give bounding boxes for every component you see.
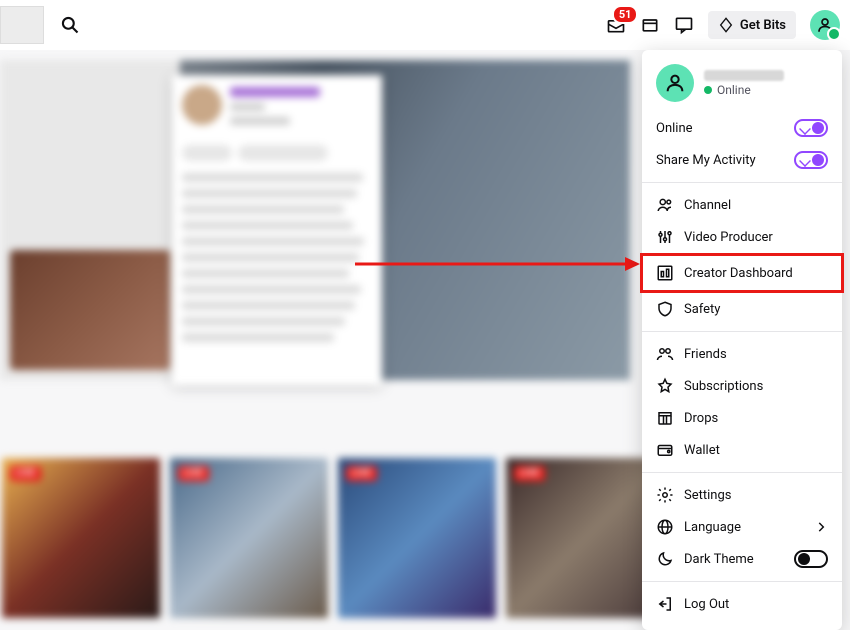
dashboard-icon [656, 264, 674, 282]
dropdown-avatar [656, 64, 694, 102]
status-label: Online [717, 83, 751, 97]
menu-label: Language [684, 520, 804, 535]
separator [642, 331, 842, 332]
toggle-online[interactable]: Online [642, 112, 842, 144]
toggle-online-label: Online [656, 121, 693, 136]
star-icon [656, 377, 674, 395]
menu-label: Friends [684, 347, 828, 362]
menu-label: Log Out [684, 597, 828, 612]
sliders-icon [656, 228, 674, 246]
menu-channel[interactable]: Channel [642, 189, 842, 221]
separator [642, 182, 842, 183]
get-bits-button[interactable]: Get Bits [708, 11, 796, 39]
logout-icon [656, 595, 674, 613]
menu-dark-theme[interactable]: Dark Theme [642, 543, 842, 575]
prime-button[interactable] [640, 15, 660, 35]
menu-settings[interactable]: Settings [642, 479, 842, 511]
toggle-switch-off-icon [794, 550, 828, 568]
globe-icon [656, 518, 674, 536]
menu-label: Dark Theme [684, 552, 784, 567]
menu-video-producer[interactable]: Video Producer [642, 221, 842, 253]
user-icon [816, 16, 834, 34]
wallet-icon [656, 441, 674, 459]
menu-label: Wallet [684, 443, 828, 458]
drops-icon [656, 409, 674, 427]
menu-label: Safety [684, 302, 828, 317]
menu-language[interactable]: Language [642, 511, 842, 543]
search-icon [60, 15, 80, 35]
moon-icon [656, 550, 674, 568]
logo-placeholder[interactable] [0, 6, 44, 44]
background-content: LIVE LIVE LIVE LIVE [0, 50, 640, 630]
user-icon [664, 72, 686, 94]
menu-friends[interactable]: Friends [642, 338, 842, 370]
get-bits-label: Get Bits [740, 18, 786, 33]
dropdown-user-header: Online [642, 60, 842, 112]
username-redacted [704, 70, 784, 81]
bits-icon [718, 17, 734, 33]
toggle-share-activity[interactable]: Share My Activity [642, 144, 842, 176]
menu-label: Creator Dashboard [684, 266, 828, 281]
whispers-button[interactable] [674, 15, 694, 35]
chat-icon [674, 15, 694, 35]
toggle-switch-icon [794, 151, 828, 169]
menu-label: Video Producer [684, 230, 828, 245]
toggle-switch-icon [794, 119, 828, 137]
menu-subscriptions[interactable]: Subscriptions [642, 370, 842, 402]
chevron-right-icon [814, 520, 828, 534]
menu-creator-dashboard[interactable]: Creator Dashboard [642, 255, 842, 291]
menu-label: Channel [684, 198, 828, 213]
channel-icon [656, 196, 674, 214]
toggle-share-label: Share My Activity [656, 153, 756, 168]
separator [642, 581, 842, 582]
menu-drops[interactable]: Drops [642, 402, 842, 434]
notifications-button[interactable]: 51 [606, 15, 626, 35]
menu-label: Settings [684, 488, 828, 503]
user-dropdown-menu: Online Online Share My Activity Channel … [642, 50, 842, 630]
notification-badge: 51 [612, 5, 639, 24]
menu-wallet[interactable]: Wallet [642, 434, 842, 466]
menu-label: Drops [684, 411, 828, 426]
online-dot-icon [704, 86, 712, 94]
friends-icon [656, 345, 674, 363]
separator [642, 472, 842, 473]
top-nav: 51 Get Bits [0, 0, 850, 50]
search-button[interactable] [54, 9, 86, 41]
gear-icon [656, 486, 674, 504]
menu-safety[interactable]: Safety [642, 293, 842, 325]
menu-logout[interactable]: Log Out [642, 588, 842, 620]
user-avatar-button[interactable] [810, 10, 840, 40]
crown-icon [640, 15, 660, 35]
menu-label: Subscriptions [684, 379, 828, 394]
user-status: Online [704, 83, 784, 97]
shield-icon [656, 300, 674, 318]
